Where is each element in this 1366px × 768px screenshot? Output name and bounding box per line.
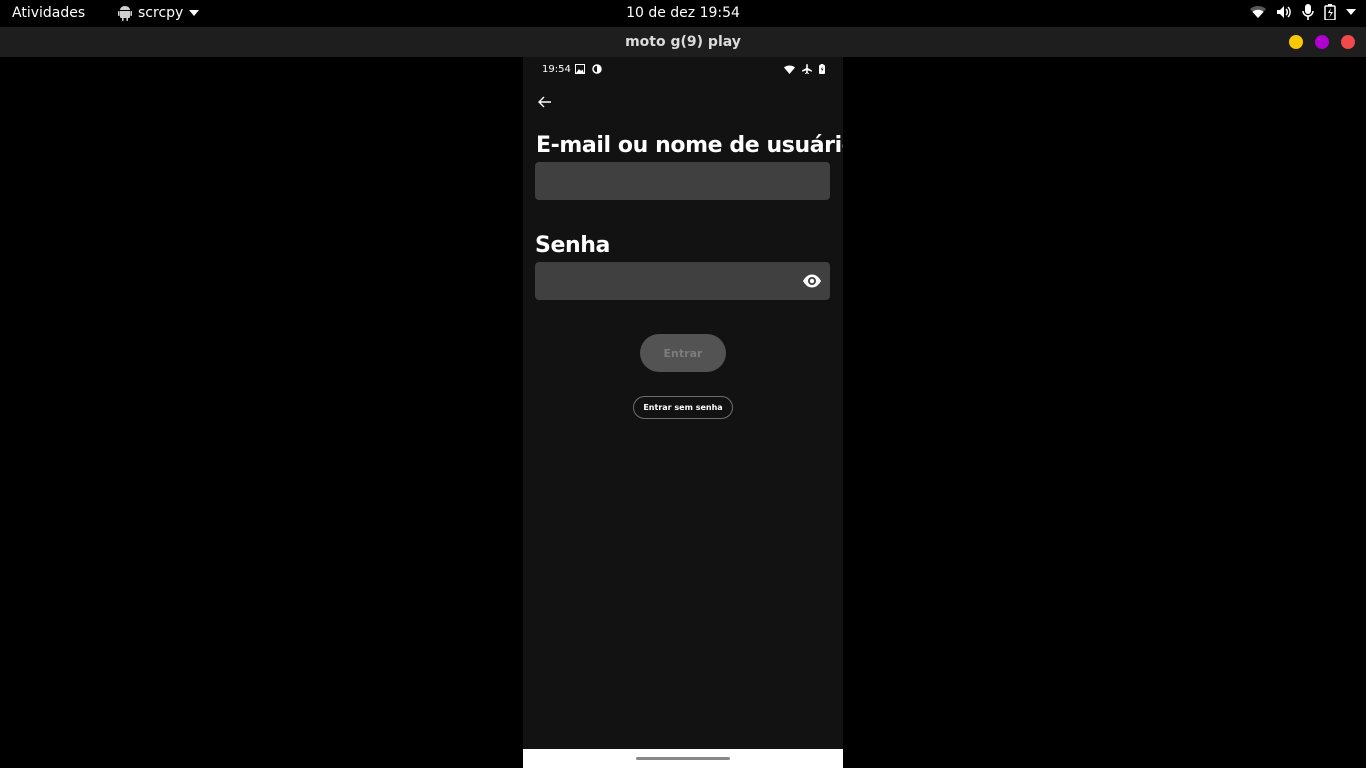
status-time: 19:54: [542, 64, 571, 75]
wifi-status-icon: [784, 64, 795, 77]
eye-icon[interactable]: [802, 273, 822, 289]
close-button[interactable]: [1341, 35, 1355, 49]
chevron-down-icon: [189, 10, 200, 16]
system-tray[interactable]: [1250, 4, 1356, 20]
email-field[interactable]: [535, 162, 830, 200]
window-title-bar[interactable]: moto g(9) play: [0, 27, 1366, 57]
system-menu-chevron-icon: [1346, 9, 1356, 15]
back-arrow-icon[interactable]: [537, 94, 553, 110]
password-label: Senha: [535, 233, 610, 258]
app-menu[interactable]: scrcpy: [118, 5, 200, 21]
app-name: scrcpy: [138, 5, 184, 21]
android-status-bar: 19:54: [523, 57, 843, 81]
airplane-icon: [802, 64, 812, 77]
activities-button[interactable]: Atividades: [12, 5, 85, 21]
android-nav-bar: [523, 749, 843, 768]
maximize-button[interactable]: [1315, 35, 1329, 49]
battery-icon: [1324, 4, 1336, 20]
minimize-button[interactable]: [1289, 35, 1303, 49]
system-top-bar: Atividades scrcpy 10 de dez 19:54: [0, 0, 1366, 27]
login-button[interactable]: Entrar: [640, 334, 726, 372]
email-label: E-mail ou nome de usuário: [536, 133, 843, 158]
battery-status-icon: [819, 64, 825, 77]
wifi-icon: [1250, 5, 1266, 19]
volume-icon: [1276, 5, 1292, 19]
window-title: moto g(9) play: [625, 34, 741, 50]
data-saver-icon: [592, 64, 602, 77]
home-gesture-pill[interactable]: [636, 757, 730, 760]
image-icon: [575, 64, 585, 77]
phone-screen: 19:54 E-mail ou nome de usuário Senha En…: [523, 57, 843, 768]
password-field[interactable]: [535, 262, 830, 300]
android-icon: [118, 5, 132, 21]
date-time-clock[interactable]: 10 de dez 19:54: [626, 5, 740, 21]
microphone-icon: [1302, 4, 1314, 20]
passwordless-login-button[interactable]: Entrar sem senha: [633, 396, 733, 419]
